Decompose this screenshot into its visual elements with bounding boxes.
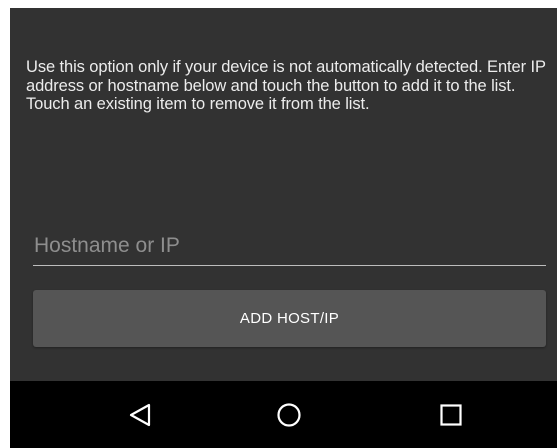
hostname-ip-input[interactable] — [33, 230, 546, 266]
phone-screen: Use this option only if your device is n… — [10, 8, 557, 448]
add-host-button[interactable]: ADD HOST/IP — [33, 290, 546, 347]
back-icon — [129, 403, 151, 426]
home-button[interactable] — [259, 381, 319, 448]
manual-host-panel: Use this option only if your device is n… — [10, 8, 557, 381]
recents-icon — [440, 403, 462, 426]
recents-button[interactable] — [421, 381, 481, 448]
back-button[interactable] — [110, 381, 170, 448]
instructions-text: Use this option only if your device is n… — [26, 58, 546, 113]
home-icon — [277, 402, 301, 427]
navigation-bar — [10, 381, 557, 448]
